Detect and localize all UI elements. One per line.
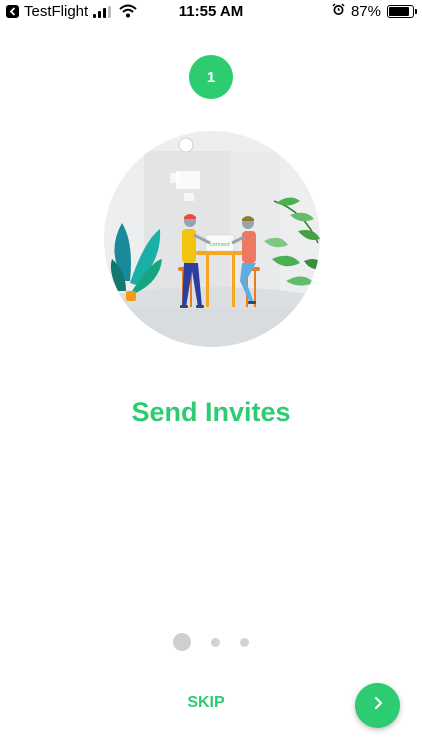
page-dot-3[interactable] xyxy=(240,637,249,647)
battery-fill xyxy=(389,7,409,16)
page-dot-1[interactable] xyxy=(173,633,191,651)
alarm-icon xyxy=(332,3,345,20)
send-invites-illustration: connect xyxy=(104,131,320,347)
step-number-badge: 1 xyxy=(189,55,233,99)
battery-percent: 87% xyxy=(350,3,381,20)
onboarding-screen: TestFlight 11:55 AM 87% 1 connect Send I… xyxy=(0,0,422,750)
laptop-logo: connect xyxy=(210,242,230,248)
battery-icon xyxy=(387,5,417,18)
status-bar: TestFlight 11:55 AM 87% xyxy=(0,0,422,24)
chevron-right-icon xyxy=(371,696,385,715)
onboarding-title: Send Invites xyxy=(131,397,291,427)
page-indicator xyxy=(0,633,422,651)
next-button[interactable] xyxy=(355,683,400,728)
page-dot-2[interactable] xyxy=(211,637,220,647)
skip-button[interactable]: SKIP xyxy=(176,694,236,712)
